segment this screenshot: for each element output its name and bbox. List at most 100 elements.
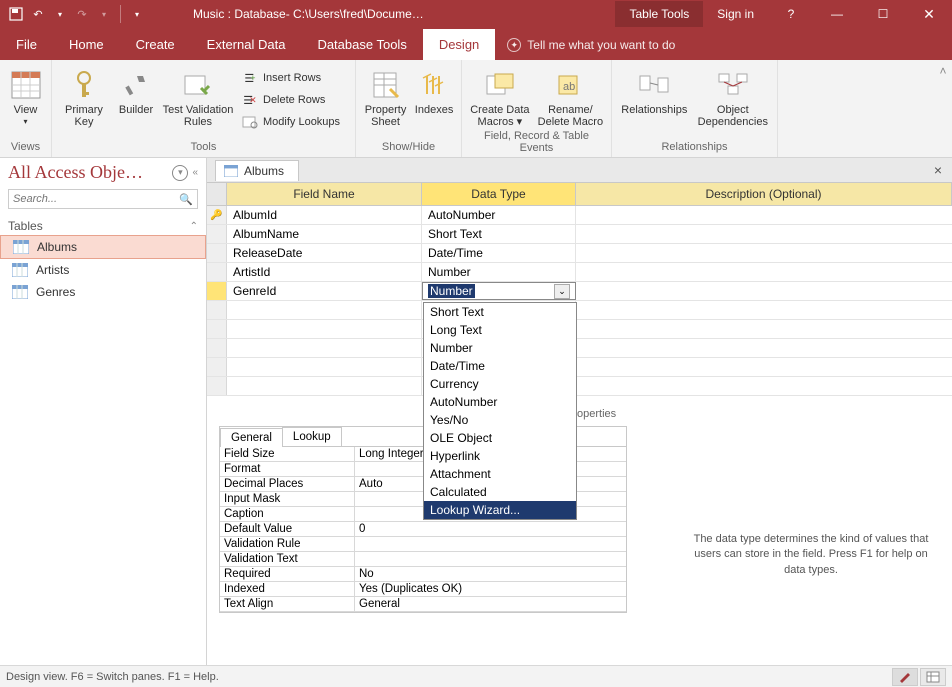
- design-row[interactable]: ArtistId Number: [207, 263, 952, 282]
- field-name-cell[interactable]: ReleaseDate: [227, 244, 422, 262]
- search-input[interactable]: [13, 193, 179, 205]
- design-row-empty[interactable]: [207, 339, 952, 358]
- tell-me-search[interactable]: ✦Tell me what you want to do: [495, 30, 687, 60]
- row-selector[interactable]: [207, 225, 227, 243]
- data-type-cell[interactable]: Number: [422, 263, 576, 281]
- tab-file[interactable]: File: [0, 29, 53, 60]
- field-name-cell[interactable]: GenreId: [227, 282, 422, 300]
- property-sheet-button[interactable]: Property Sheet: [362, 64, 409, 128]
- property-row[interactable]: Validation Text: [220, 552, 626, 567]
- property-value[interactable]: No: [355, 567, 626, 581]
- row-selector[interactable]: [207, 244, 227, 262]
- dropdown-option[interactable]: Currency: [424, 375, 576, 393]
- prop-tab-lookup[interactable]: Lookup: [282, 427, 342, 446]
- dropdown-option[interactable]: OLE Object: [424, 429, 576, 447]
- data-type-cell[interactable]: Date/Time: [422, 244, 576, 262]
- description-cell[interactable]: [576, 206, 952, 224]
- sign-in-link[interactable]: Sign in: [703, 7, 768, 21]
- object-dependencies-button[interactable]: Object Dependencies: [695, 64, 771, 128]
- dropdown-option[interactable]: Date/Time: [424, 357, 576, 375]
- data-type-cell[interactable]: AutoNumber: [422, 206, 576, 224]
- description-cell[interactable]: [576, 244, 952, 262]
- tab-design[interactable]: Design: [423, 29, 495, 60]
- design-row-empty[interactable]: [207, 320, 952, 339]
- builder-button[interactable]: Builder: [114, 64, 158, 116]
- search-icon[interactable]: 🔍: [179, 193, 193, 206]
- delete-rows-button[interactable]: ☰✕Delete Rows: [238, 90, 344, 110]
- design-row[interactable]: 🔑 AlbumId AutoNumber: [207, 206, 952, 225]
- create-data-macros-button[interactable]: Create Data Macros ▾: [468, 64, 532, 128]
- save-icon[interactable]: [8, 6, 24, 22]
- nav-item-genres[interactable]: Genres: [0, 281, 206, 303]
- relationships-button[interactable]: Relationships: [618, 64, 691, 116]
- dropdown-option[interactable]: Long Text: [424, 321, 576, 339]
- design-row-empty[interactable]: [207, 377, 952, 396]
- tab-create[interactable]: Create: [120, 29, 191, 60]
- prop-tab-general[interactable]: General: [220, 428, 283, 447]
- test-validation-button[interactable]: Test Validation Rules: [162, 64, 234, 128]
- qat-customize-icon[interactable]: ▾: [129, 6, 145, 22]
- minimize-button[interactable]: —: [814, 0, 860, 28]
- property-row[interactable]: RequiredNo: [220, 567, 626, 582]
- nav-item-albums[interactable]: Albums: [0, 235, 206, 259]
- view-design-button[interactable]: [892, 668, 918, 686]
- design-row[interactable]: ReleaseDate Date/Time: [207, 244, 952, 263]
- description-cell[interactable]: [576, 225, 952, 243]
- property-row[interactable]: Validation Rule: [220, 537, 626, 552]
- col-header-description[interactable]: Description (Optional): [576, 183, 952, 205]
- collapse-ribbon-icon[interactable]: ˄: [934, 60, 952, 157]
- col-header-datatype[interactable]: Data Type: [422, 183, 576, 205]
- view-button[interactable]: View▾: [6, 64, 45, 127]
- dropdown-option[interactable]: Calculated: [424, 483, 576, 501]
- design-row-empty[interactable]: [207, 358, 952, 377]
- undo-icon[interactable]: ↶: [30, 6, 46, 22]
- row-selector[interactable]: 🔑: [207, 206, 227, 224]
- design-row-active[interactable]: GenreId Number ⌄: [207, 282, 952, 301]
- close-document-icon[interactable]: ×: [928, 162, 948, 178]
- field-name-cell[interactable]: AlbumId: [227, 206, 422, 224]
- property-value[interactable]: [355, 552, 626, 566]
- row-selector[interactable]: [207, 282, 227, 300]
- tab-database-tools[interactable]: Database Tools: [301, 29, 422, 60]
- property-value[interactable]: [355, 537, 626, 551]
- close-button[interactable]: ✕: [906, 0, 952, 28]
- field-name-cell[interactable]: AlbumName: [227, 225, 422, 243]
- navpane-collapse-icon[interactable]: «: [192, 167, 198, 178]
- row-selector[interactable]: [207, 263, 227, 281]
- view-datasheet-button[interactable]: [920, 668, 946, 686]
- nav-search[interactable]: 🔍: [8, 189, 198, 209]
- indexes-button[interactable]: Indexes: [413, 64, 455, 116]
- modify-lookups-button[interactable]: Modify Lookups: [238, 112, 344, 132]
- dropdown-toggle-icon[interactable]: ⌄: [554, 284, 570, 299]
- chevron-down-icon[interactable]: ▾: [52, 6, 68, 22]
- maximize-button[interactable]: ☐: [860, 0, 906, 28]
- data-type-cell[interactable]: Short Text: [422, 225, 576, 243]
- collapse-group-icon[interactable]: ⌃: [190, 221, 198, 232]
- property-row[interactable]: IndexedYes (Duplicates OK): [220, 582, 626, 597]
- description-cell[interactable]: [576, 263, 952, 281]
- tab-home[interactable]: Home: [53, 29, 120, 60]
- data-type-cell-active[interactable]: Number ⌄: [422, 282, 576, 300]
- property-row[interactable]: Text AlignGeneral: [220, 597, 626, 612]
- insert-rows-button[interactable]: ☰+Insert Rows: [238, 68, 344, 88]
- nav-group-tables[interactable]: Tables ⌃: [0, 215, 206, 235]
- chevron-down-icon[interactable]: ▾: [96, 6, 112, 22]
- primary-key-button[interactable]: Primary Key: [58, 64, 110, 128]
- rename-delete-macro-button[interactable]: ab Rename/ Delete Macro: [536, 64, 605, 128]
- redo-icon[interactable]: ↷: [74, 6, 90, 22]
- dropdown-option[interactable]: Attachment: [424, 465, 576, 483]
- dropdown-option[interactable]: Number: [424, 339, 576, 357]
- dropdown-option[interactable]: Yes/No: [424, 411, 576, 429]
- navpane-menu-icon[interactable]: ▾: [172, 165, 188, 181]
- property-row[interactable]: Default Value0: [220, 522, 626, 537]
- tab-external-data[interactable]: External Data: [191, 29, 302, 60]
- dropdown-option-highlighted[interactable]: Lookup Wizard...: [424, 501, 576, 519]
- help-button[interactable]: ?: [768, 0, 814, 28]
- property-value[interactable]: 0: [355, 522, 626, 536]
- design-row[interactable]: AlbumName Short Text: [207, 225, 952, 244]
- design-row-empty[interactable]: [207, 301, 952, 320]
- description-cell[interactable]: [576, 282, 952, 300]
- field-name-cell[interactable]: ArtistId: [227, 263, 422, 281]
- property-value[interactable]: Yes (Duplicates OK): [355, 582, 626, 596]
- nav-item-artists[interactable]: Artists: [0, 259, 206, 281]
